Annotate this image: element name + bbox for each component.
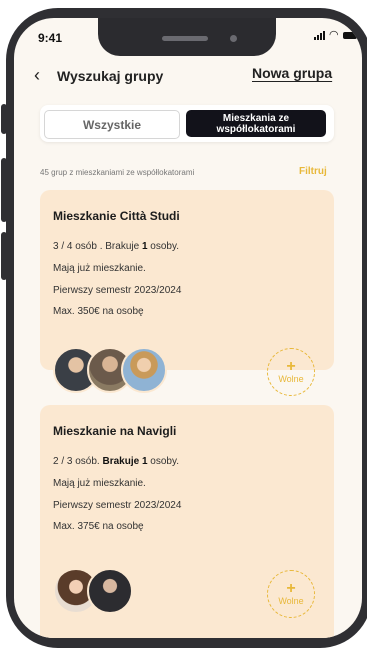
member-avatars — [53, 347, 167, 393]
results-count: 45 grup z mieszkaniami ze współlokatoram… — [40, 168, 195, 177]
group-card[interactable]: Mieszkanie Città Studi 3 / 4 osób . Brak… — [40, 190, 334, 396]
signal-icon — [314, 30, 325, 40]
plus-icon: + — [286, 358, 296, 375]
group-apartment-status: Mają już mieszkanie. — [53, 478, 146, 489]
segment-all[interactable]: Wszystkie — [44, 110, 180, 139]
camera — [230, 35, 237, 42]
phone-side-button — [1, 104, 7, 134]
group-semester: Pierwszy semestr 2023/2024 — [53, 500, 182, 511]
phone-screen: 9:41 ◠ ‹ Wyszukaj grupy Nowa grupa Wszys… — [14, 18, 362, 638]
avatar[interactable] — [121, 347, 167, 393]
group-apartment-status: Mają już mieszkanie. — [53, 263, 146, 274]
free-slot-label: Wolne — [278, 374, 304, 384]
free-slot-button[interactable]: + Wolne — [267, 348, 315, 396]
speaker — [162, 36, 208, 41]
group-card[interactable]: Mieszkanie na Navigli 2 / 3 osób. Brakuj… — [40, 405, 334, 638]
phone-side-button — [1, 232, 7, 280]
page-title: Wyszukaj grupy — [57, 68, 164, 84]
status-time: 9:41 — [38, 31, 63, 45]
group-members-line: 3 / 4 osób . Brakuje 1 osoby. — [53, 241, 180, 252]
group-title: Mieszkanie na Navigli — [53, 424, 177, 438]
free-slot-label: Wolne — [278, 596, 304, 606]
group-price: Max. 375€ na osobę — [53, 521, 144, 532]
group-members-line: 2 / 3 osób. Brakuje 1 osoby. — [53, 456, 180, 467]
chevron-left-icon[interactable]: ‹ — [34, 66, 40, 84]
member-avatars — [53, 568, 133, 614]
battery-icon — [342, 31, 357, 39]
phone-side-button — [1, 158, 7, 222]
group-title: Mieszkanie Città Studi — [53, 209, 180, 223]
status-icons: ◠ — [314, 29, 357, 41]
segmented-control: Wszystkie Mieszkania ze współlokatorami — [40, 105, 334, 142]
segment-roommates[interactable]: Mieszkania ze współlokatorami — [186, 110, 326, 137]
wifi-icon: ◠ — [329, 29, 339, 41]
filter-button[interactable]: Filtruj — [299, 166, 327, 177]
notch — [98, 18, 276, 56]
plus-icon: + — [286, 580, 296, 597]
group-semester: Pierwszy semestr 2023/2024 — [53, 285, 182, 296]
free-slot-button[interactable]: + Wolne — [267, 570, 315, 618]
group-price: Max. 350€ na osobę — [53, 306, 144, 317]
avatar[interactable] — [87, 568, 133, 614]
new-group-link[interactable]: Nowa grupa — [252, 65, 332, 81]
